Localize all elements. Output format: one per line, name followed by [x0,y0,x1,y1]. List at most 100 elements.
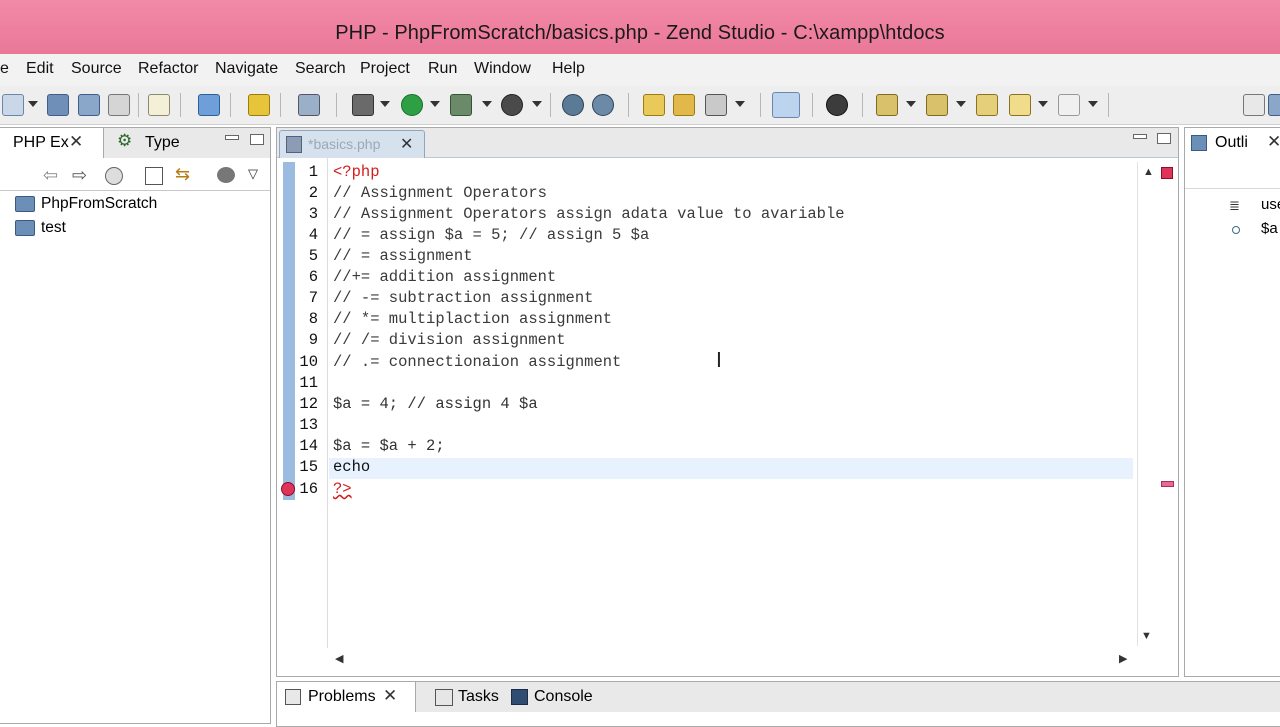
code-line[interactable]: // *= multiplaction assignment [333,310,612,328]
close-icon[interactable]: ✕ [69,132,83,152]
code-line[interactable]: // .= connectionaion assignment [333,353,621,371]
menu-source[interactable]: Source [71,60,122,78]
error-annotation-marker[interactable] [1161,481,1174,487]
maximize-icon[interactable] [1157,133,1171,144]
scroll-right-icon[interactable]: ▶ [1119,652,1127,665]
tab-problems[interactable]: Problems ✕ [277,682,416,712]
line-number: 2 [308,184,318,202]
menu-file[interactable]: e [0,60,9,78]
prev-annotation-dropdown-icon[interactable] [956,101,966,107]
code-line[interactable]: // = assign $a = 5; // assign 5 $a [333,226,649,244]
menu-window[interactable]: Window [474,60,531,78]
profile-icon[interactable] [450,94,472,116]
tab-php-explorer[interactable]: PHP Ex ✕ [0,128,104,158]
back-dropdown-icon[interactable] [1038,101,1048,107]
debug-icon[interactable] [352,94,374,116]
minimize-icon[interactable] [225,135,239,140]
last-edit-icon[interactable] [976,94,998,116]
scroll-down-icon[interactable]: ▼ [1141,630,1152,642]
php-perspective-icon[interactable] [1268,94,1280,116]
menu-run[interactable]: Run [428,60,457,78]
menu-search[interactable]: Search [295,60,346,78]
php-icon[interactable] [826,94,848,116]
tab-console[interactable]: Console [534,688,593,706]
open-type-icon[interactable] [643,94,665,116]
globe-icon[interactable] [562,94,584,116]
back-icon[interactable] [1009,94,1031,116]
home-icon[interactable] [105,167,123,185]
tab-tasks[interactable]: Tasks [458,688,499,706]
external-tools-icon[interactable] [501,94,523,116]
collapse-all-icon[interactable] [145,167,163,185]
server-icon[interactable] [298,94,320,116]
scroll-left-icon[interactable]: ◀ [335,652,343,665]
error-overview-icon[interactable] [1161,167,1173,179]
deploy-icon[interactable] [198,94,220,116]
tree-item-phpfromscratch[interactable]: PhpFromScratch [41,195,157,213]
forward-dropdown-icon[interactable] [1088,101,1098,107]
menu-refactor[interactable]: Refactor [138,60,198,78]
new-dropdown-icon[interactable] [28,101,38,107]
open-resource-icon[interactable] [673,94,695,116]
code-line[interactable]: // Assignment Operators assign adata val… [333,205,845,223]
run-icon[interactable] [401,94,423,116]
outline-item-use[interactable]: use [1261,196,1280,213]
save-icon[interactable] [47,94,69,116]
code-line[interactable]: // -= subtraction assignment [333,289,593,307]
code-line[interactable]: $a = $a + 2; [333,437,445,455]
close-icon[interactable]: ✕ [383,686,397,706]
code-line[interactable]: // /= division assignment [333,331,566,349]
code-line[interactable]: echo [333,458,370,476]
forward-icon[interactable] [1058,94,1080,116]
code-line[interactable]: <?php [333,163,380,181]
code-line[interactable]: ?> [333,480,352,498]
maximize-icon[interactable] [250,134,264,145]
browser-icon[interactable] [592,94,614,116]
new-icon[interactable] [2,94,24,116]
menu-help[interactable]: Help [552,60,585,78]
save-all-icon[interactable] [78,94,100,116]
folder-icon[interactable] [248,94,270,116]
view-menu-icon[interactable] [217,167,235,183]
tree-item-test[interactable]: test [41,219,66,237]
close-icon[interactable]: ✕ [1267,132,1280,152]
code-line[interactable]: // = assignment [333,247,473,265]
print-icon[interactable] [108,94,130,116]
scroll-up-icon[interactable]: ▲ [1143,166,1154,178]
back-arrow-icon[interactable]: ⇦ [43,165,58,186]
search-tool-icon[interactable] [705,94,727,116]
bottom-panel: Problems ✕ Tasks Console [276,681,1280,727]
mark-occurrences-icon[interactable] [772,92,800,118]
next-annotation-dropdown-icon[interactable] [906,101,916,107]
outline-item-variable[interactable]: $a [1261,220,1278,237]
search-tool-dropdown-icon[interactable] [735,101,745,107]
open-file-icon[interactable] [148,94,170,116]
project-folder-icon [15,196,35,212]
close-icon[interactable]: ✕ [400,134,413,154]
code-line[interactable]: $a = 4; // assign 4 $a [333,395,538,413]
line-number: 3 [308,205,318,223]
forward-arrow-icon[interactable]: ⇨ [72,165,87,186]
run-dropdown-icon[interactable] [430,101,440,107]
external-tools-dropdown-icon[interactable] [532,101,542,107]
menu-project[interactable]: Project [360,60,410,78]
menu-navigate[interactable]: Navigate [215,60,278,78]
tab-problems-label: Problems [308,688,376,705]
prev-annotation-icon[interactable] [926,94,948,116]
chevron-down-icon[interactable]: ▽ [248,166,258,182]
tab-outline[interactable]: Outli ✕ [1185,128,1280,158]
profile-dropdown-icon[interactable] [482,101,492,107]
menu-edit[interactable]: Edit [26,60,54,78]
line-number: 14 [299,437,318,455]
outline-icon [1191,135,1207,151]
open-perspective-icon[interactable] [1243,94,1265,116]
code-line[interactable]: // Assignment Operators [333,184,547,202]
code-line[interactable]: //+= addition assignment [333,268,556,286]
tab-type-hierarchy[interactable]: Type [145,134,180,152]
next-annotation-icon[interactable] [876,94,898,116]
minimize-icon[interactable] [1133,134,1147,139]
tab-basics-php[interactable]: *basics.php ✕ [279,130,425,158]
link-with-editor-icon[interactable]: ⇆ [175,164,190,185]
main-toolbar [0,86,1280,125]
debug-dropdown-icon[interactable] [380,101,390,107]
